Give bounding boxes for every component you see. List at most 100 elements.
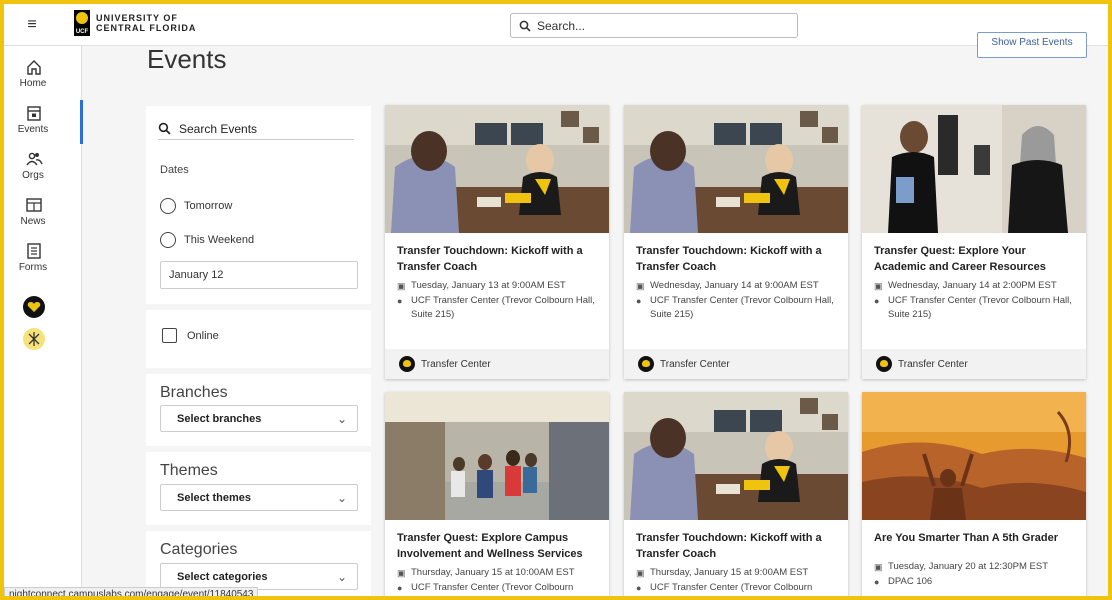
event-details: Are You Smarter Than A 5th Grader ▣ Tuesd…	[874, 530, 1076, 589]
nav-item-forms[interactable]: Forms	[4, 238, 82, 282]
event-image	[862, 392, 1086, 520]
app-window: ≡ UCF UNIVERSITY OF CENTRAL FLORIDA Home…	[4, 4, 1108, 596]
radio-this-weekend[interactable]: This Weekend	[160, 232, 254, 248]
event-organizer: Transfer Center	[385, 349, 609, 379]
event-title: Transfer Quest: Explore Campus Involveme…	[397, 532, 583, 560]
global-search-input[interactable]	[537, 18, 777, 33]
branches-title: Branches	[160, 384, 228, 401]
event-date: ▣ Thursday, January 15 at 9:00AM EST	[636, 567, 809, 578]
themes-select[interactable]: Select themes ⌄	[160, 484, 358, 511]
status-bar-url: nightconnect.campuslabs.com/engage/event…	[4, 587, 259, 596]
map-pin-icon: ●	[636, 583, 642, 593]
event-title: Transfer Quest: Explore Your Academic an…	[874, 245, 1046, 273]
themes-title: Themes	[160, 462, 218, 479]
events-search-input[interactable]	[179, 121, 339, 136]
people-icon	[26, 152, 43, 166]
newspaper-icon	[26, 198, 42, 212]
home-icon	[27, 60, 41, 75]
divider	[146, 368, 371, 374]
org-avatar-secondary[interactable]	[23, 328, 45, 350]
calendar-icon: ▣	[874, 281, 883, 291]
org-avatar-transfer-center[interactable]	[23, 296, 45, 318]
nav-item-events[interactable]: Events	[4, 100, 83, 144]
event-date: ▣ Tuesday, January 13 at 9:00AM EST	[397, 280, 566, 291]
categories-title: Categories	[160, 541, 238, 558]
event-organizer: Transfer Center	[624, 349, 848, 379]
event-organizer: Transfer Center	[862, 349, 1086, 379]
chevron-down-icon: ⌄	[336, 569, 347, 584]
calendar-icon	[27, 106, 41, 121]
chevron-down-icon: ⌄	[336, 411, 347, 426]
event-location: ● UCF Transfer Center (Trevor Colbourn Ha…	[397, 295, 595, 320]
transfer-center-logo-icon	[399, 356, 415, 372]
radio-circle-icon[interactable]	[160, 198, 176, 214]
event-details: Transfer Touchdown: Kickoff with a Trans…	[636, 243, 838, 322]
event-card[interactable]: Transfer Touchdown: Kickoff with a Trans…	[624, 105, 848, 379]
event-image	[862, 105, 1086, 233]
radio-circle-icon[interactable]	[160, 232, 176, 248]
calendar-icon: ▣	[636, 568, 645, 578]
nav-item-news[interactable]: News	[4, 192, 82, 236]
divider	[146, 525, 371, 531]
event-details: Transfer Quest: Explore Campus Involveme…	[397, 530, 599, 595]
event-card[interactable]: Are You Smarter Than A 5th Grader ▣ Tuesd…	[862, 392, 1086, 596]
event-date: ▣ Wednesday, January 14 at 9:00AM EST	[636, 280, 819, 291]
radio-tomorrow[interactable]: Tomorrow	[160, 198, 232, 214]
event-details: Transfer Touchdown: Kickoff with a Trans…	[397, 243, 599, 322]
ucf-logo[interactable]: UCF UNIVERSITY OF CENTRAL FLORIDA	[74, 10, 196, 36]
event-details: Transfer Quest: Explore Your Academic an…	[874, 243, 1076, 322]
categories-select[interactable]: Select categories ⌄	[160, 563, 358, 590]
event-image	[385, 105, 609, 233]
transfer-center-logo-icon	[638, 356, 654, 372]
event-location: ● UCF Transfer Center (Trevor Colbourn Ha…	[874, 295, 1072, 320]
event-details: Transfer Touchdown: Kickoff with a Trans…	[636, 530, 838, 595]
event-card[interactable]: Transfer Touchdown: Kickoff with a Trans…	[385, 105, 609, 379]
event-location: ● DPAC 106	[874, 576, 933, 587]
sparkle-logo-icon	[28, 332, 40, 346]
event-image	[385, 392, 609, 520]
checkbox-icon[interactable]	[162, 328, 177, 343]
heart-logo-icon	[27, 302, 41, 312]
event-location: ● UCF Transfer Center (Trevor Colbourn	[397, 582, 574, 593]
event-title: Transfer Touchdown: Kickoff with a Trans…	[397, 245, 583, 273]
map-pin-icon: ●	[636, 296, 642, 306]
map-pin-icon: ●	[874, 296, 880, 306]
event-date: ▣ Thursday, January 15 at 10:00AM EST	[397, 567, 575, 578]
left-nav-rail: Home Events Orgs News Forms	[4, 46, 83, 596]
map-pin-icon: ●	[397, 296, 403, 306]
event-card[interactable]: Transfer Touchdown: Kickoff with a Trans…	[624, 392, 848, 596]
events-search[interactable]	[158, 118, 354, 140]
show-past-events-button[interactable]: Show Past Events	[977, 32, 1087, 58]
transfer-center-logo-icon	[876, 356, 892, 372]
event-location: ● UCF Transfer Center (Trevor Colbourn Ha…	[636, 295, 834, 320]
form-icon	[27, 243, 41, 259]
branches-select[interactable]: Select branches ⌄	[160, 405, 358, 432]
event-title: Are You Smarter Than A 5th Grader	[874, 532, 1058, 544]
divider	[146, 304, 371, 310]
map-pin-icon: ●	[397, 583, 403, 593]
global-search[interactable]	[510, 13, 798, 38]
filters-panel: Dates Tomorrow This Weekend Online Branc…	[146, 106, 371, 596]
event-date: ▣ Tuesday, January 20 at 12:30PM EST	[874, 561, 1049, 572]
menu-toggle-icon[interactable]: ≡	[22, 16, 42, 34]
event-image	[624, 392, 848, 520]
calendar-icon: ▣	[397, 281, 406, 291]
logo-text: UNIVERSITY OF CENTRAL FLORIDA	[96, 13, 197, 33]
dates-label: Dates	[160, 164, 189, 176]
divider	[146, 446, 371, 452]
nav-item-orgs[interactable]: Orgs	[4, 146, 82, 190]
event-card[interactable]: Transfer Quest: Explore Campus Involveme…	[385, 392, 609, 596]
nav-item-home[interactable]: Home	[4, 54, 82, 98]
date-picker-input[interactable]	[160, 261, 358, 289]
map-pin-icon: ●	[874, 577, 880, 587]
event-location: ● UCF Transfer Center (Trevor Colbourn	[636, 582, 813, 593]
online-checkbox-row[interactable]: Online	[162, 328, 219, 343]
calendar-icon: ▣	[397, 568, 406, 578]
search-icon	[158, 122, 171, 135]
chevron-down-icon: ⌄	[336, 490, 347, 505]
calendar-icon: ▣	[874, 562, 883, 572]
calendar-icon: ▣	[636, 281, 645, 291]
top-bar: ≡ UCF UNIVERSITY OF CENTRAL FLORIDA	[4, 4, 1108, 46]
event-card[interactable]: Transfer Quest: Explore Your Academic an…	[862, 105, 1086, 379]
event-title: Transfer Touchdown: Kickoff with a Trans…	[636, 532, 822, 560]
